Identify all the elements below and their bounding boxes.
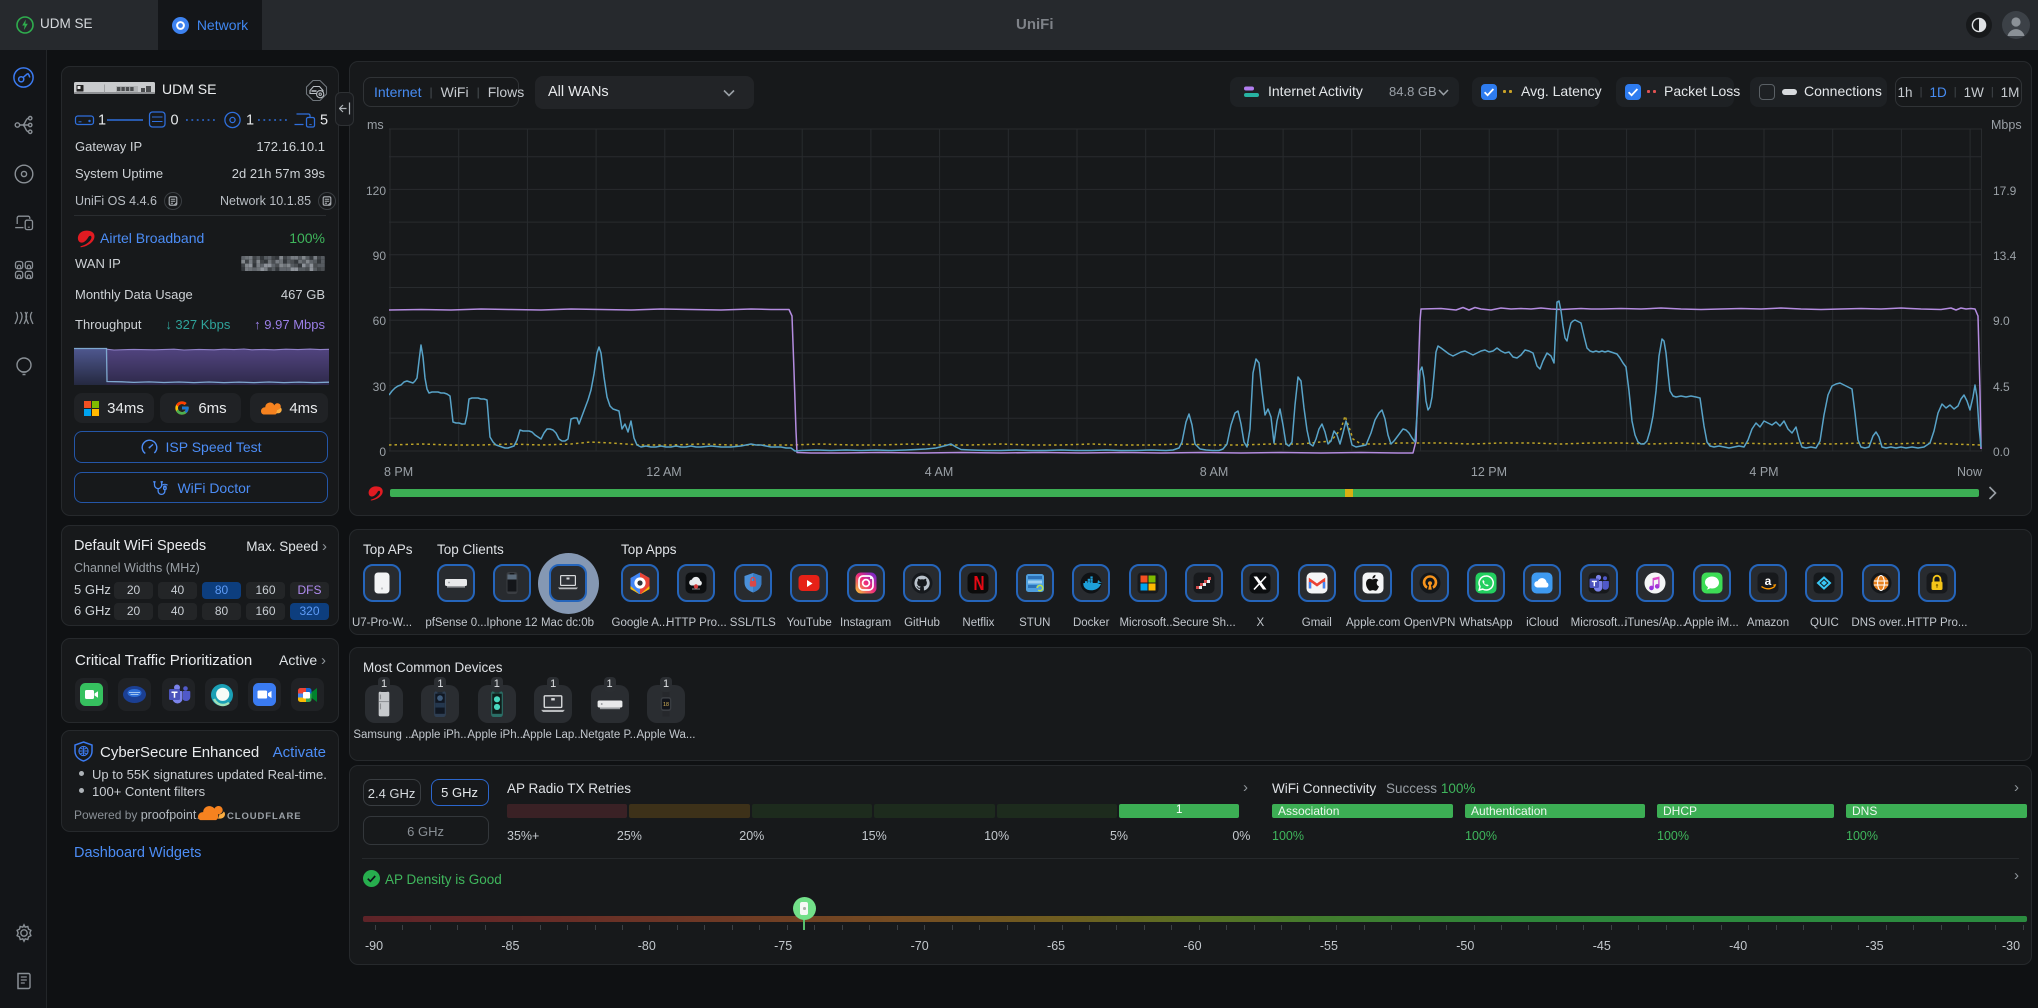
svg-text:1: 1: [98, 113, 106, 129]
svg-text:18: 18: [663, 702, 669, 708]
svg-text:a: a: [1765, 574, 1772, 588]
svg-text:5: 5: [320, 113, 328, 129]
svg-text:1: 1: [246, 113, 254, 129]
svg-text:0: 0: [171, 113, 179, 129]
